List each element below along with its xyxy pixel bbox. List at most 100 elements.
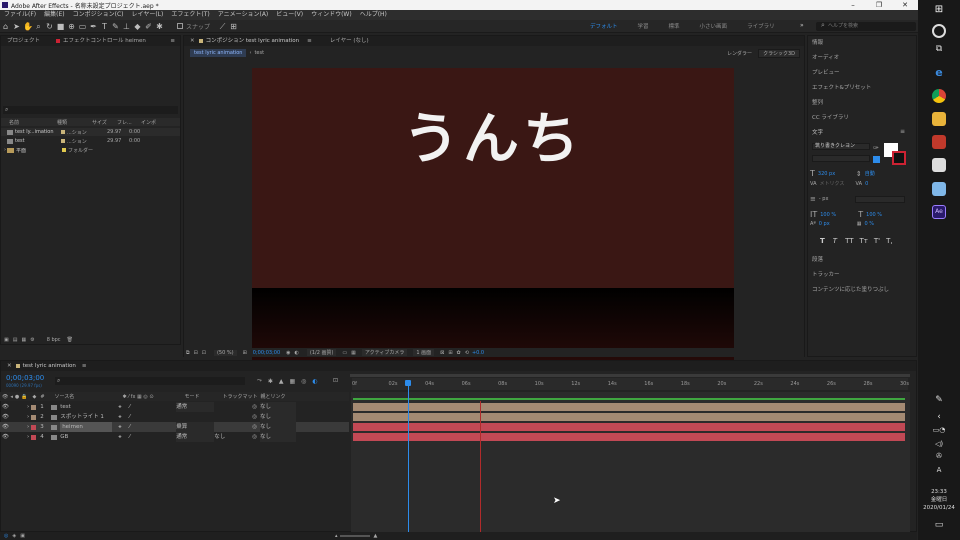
brush-tool-icon[interactable]: ✎	[111, 22, 120, 31]
list-item[interactable]: › 平面 フォルダー	[1, 146, 180, 154]
flowchart-icon[interactable]: ✿	[457, 350, 461, 356]
layer-parent-select[interactable]: なし	[260, 422, 296, 432]
label-swatch[interactable]	[31, 434, 37, 440]
eye-icon[interactable]: 👁	[2, 422, 9, 432]
list-item[interactable]: test ly...imation ...ション 29.97 0:00	[1, 128, 180, 136]
camera-tool-icon[interactable]: ■	[56, 22, 65, 31]
frame-blend-icon[interactable]: ▦	[289, 378, 295, 385]
layer-switches[interactable]: ⚹ ⁄	[118, 412, 176, 422]
expand-arrow-icon[interactable]: ›	[27, 432, 29, 442]
tab-project[interactable]: プロジェクト	[7, 36, 40, 46]
home-icon[interactable]: ⌂	[1, 22, 10, 31]
layer-switches[interactable]: ⚹ ⁄	[118, 422, 176, 432]
all-caps-button[interactable]: TT	[845, 237, 853, 245]
pick-whip-icon[interactable]: ◎	[252, 412, 257, 422]
menu-composition[interactable]: コンポジション(C)	[73, 10, 124, 20]
layer-row[interactable]: 👁 › 1 test ⚹ ⁄ 通常 ◎ なし	[0, 402, 349, 412]
edge-icon[interactable]: e	[932, 66, 946, 80]
close-icon[interactable]: ✕	[7, 361, 12, 371]
label-swatch[interactable]	[31, 414, 37, 420]
zoom-in-icon[interactable]: ▲	[373, 533, 377, 539]
tsume-field[interactable]: 0 %	[865, 221, 875, 227]
clock-time[interactable]: 23:33	[918, 488, 960, 496]
panel-character[interactable]: 文字	[812, 128, 823, 136]
col-mode[interactable]: モード	[185, 393, 223, 400]
cortana-icon[interactable]	[932, 24, 946, 38]
menu-window[interactable]: ウィンドウ(W)	[311, 10, 352, 20]
exposure-value[interactable]: +0.0	[472, 350, 484, 356]
layer-track-matte-select[interactable]: なし	[214, 432, 252, 442]
workspace-default[interactable]: デフォルト	[590, 22, 618, 30]
pick-whip-icon[interactable]: ◎	[252, 422, 257, 432]
bpc-label[interactable]: 8 bpc	[47, 337, 61, 343]
eye-icon[interactable]: 👁	[2, 432, 9, 442]
notification-icon[interactable]: ▭	[932, 520, 946, 534]
col-track-matte[interactable]: トラックマット	[223, 393, 261, 400]
work-area-indicator[interactable]	[353, 398, 905, 400]
puppet-tool-icon[interactable]: ✱	[155, 22, 164, 31]
zoom-select[interactable]: (50 %)	[213, 349, 237, 356]
panel-tracker[interactable]: トラッカー	[812, 270, 840, 278]
tray-icons[interactable]: ▭◔	[932, 426, 946, 440]
menu-file[interactable]: ファイル(F)	[4, 10, 36, 20]
layer-mode-select[interactable]: 通常	[176, 402, 215, 412]
resolution-select[interactable]: (1/2 画質)	[306, 349, 337, 356]
layer-name[interactable]: heimen	[60, 422, 113, 432]
layer-name[interactable]: GB	[60, 432, 112, 442]
motion-blur-icon[interactable]: ◎	[301, 378, 306, 385]
workspace-menu-icon[interactable]: »	[800, 22, 804, 29]
tracking-field[interactable]: 0	[865, 181, 868, 187]
panel-menu-icon[interactable]: ≡	[900, 128, 905, 135]
breadcrumb-item[interactable]: test lyric animation	[190, 49, 247, 57]
chrome-icon[interactable]	[932, 89, 946, 103]
label-swatch[interactable]	[31, 404, 37, 410]
trash-icon[interactable]: 🗑	[67, 337, 73, 343]
layer-name[interactable]: スポットライト 1	[60, 412, 112, 422]
kerning-field[interactable]: メトリクス	[820, 180, 856, 187]
workspace-standard[interactable]: 標準	[669, 22, 680, 30]
new-folder-icon[interactable]: ▤	[13, 337, 18, 343]
settings-icon[interactable]: ⚙	[30, 337, 34, 343]
tab-timeline[interactable]: test lyric animation	[23, 361, 76, 371]
tab-layer[interactable]: レイヤー (なし)	[330, 36, 369, 46]
layer-switches[interactable]: ⚹ ⁄	[118, 432, 176, 442]
panel-preview[interactable]: プレビュー	[812, 68, 840, 76]
pen-tool-icon[interactable]: ✒	[89, 22, 98, 31]
tab-effect-controls[interactable]: エフェクトコントロール heimen	[63, 36, 146, 46]
render-toggle-icon[interactable]: ◎	[4, 533, 8, 539]
superscript-button[interactable]: T'	[874, 237, 880, 245]
layer-row[interactable]: 👁 › 4 GB ⚹ ⁄ 通常 なし ◎ なし	[0, 432, 349, 442]
panel-info[interactable]: 情報	[812, 38, 823, 46]
faux-italic-button[interactable]: T	[833, 237, 837, 245]
grid-icon[interactable]: ⊟	[194, 350, 198, 356]
snapshot-icon[interactable]: ◉	[286, 350, 290, 356]
interpret-footage-icon[interactable]: ▣	[4, 337, 9, 343]
close-button[interactable]: ✕	[892, 0, 918, 10]
panel-content-aware-fill[interactable]: コンテンツに応じた塗りつぶし	[812, 285, 889, 293]
panel-effects-presets[interactable]: エフェクト&プリセット	[812, 83, 871, 91]
zoom-out-icon[interactable]: ▴	[335, 533, 338, 539]
zoom-tool-icon[interactable]: ⌕	[34, 22, 43, 31]
workspace-small-screen[interactable]: 小さい画面	[700, 22, 728, 30]
panel-menu-icon[interactable]: ≡	[307, 36, 312, 46]
menu-effect[interactable]: エフェクト(T)	[171, 10, 209, 20]
task-view-icon[interactable]: ⧉	[932, 44, 946, 58]
eyedropper-icon[interactable]: ✑	[873, 144, 879, 152]
layer-search-input[interactable]: ⌕	[55, 377, 245, 385]
layer-duration-bar[interactable]	[353, 423, 905, 431]
font-family-select[interactable]: 筑り書きクレヨン	[812, 143, 870, 150]
panel-audio[interactable]: オーディオ	[812, 53, 839, 61]
views-select[interactable]: 1 画面	[413, 349, 435, 356]
chevron-left-icon[interactable]: ‹	[932, 412, 946, 426]
stroke-color-swatch[interactable]	[892, 151, 906, 165]
col-source-name[interactable]: ソース名	[55, 393, 123, 400]
layer-duration-bar[interactable]	[353, 403, 905, 411]
small-caps-button[interactable]: Tт	[860, 237, 868, 245]
chevron-right-icon[interactable]: ›	[4, 147, 6, 153]
toggle-pixel-icon[interactable]: ⊠	[440, 350, 444, 356]
time-ruler[interactable]	[352, 378, 908, 390]
label-swatch[interactable]	[31, 424, 37, 430]
vertical-scale-field[interactable]: 100 %	[820, 212, 858, 218]
fit-icon[interactable]: ⊞	[243, 350, 247, 356]
menu-help[interactable]: ヘルプ(H)	[360, 10, 387, 20]
